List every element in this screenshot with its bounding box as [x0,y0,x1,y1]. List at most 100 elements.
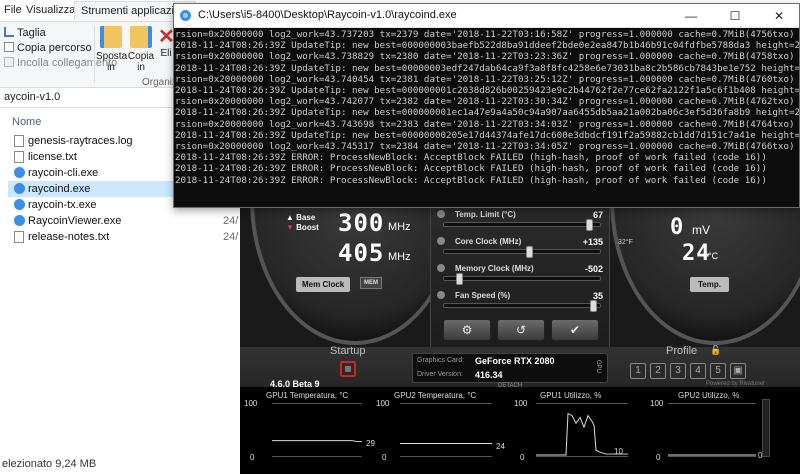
file-name: raycoin-cli.exe [28,167,99,179]
ribbon-copy-path[interactable]: Copia percorso [4,42,92,54]
core-clock-slider[interactable] [443,246,601,258]
ribbon-copy-path-label: Copia percorso [17,42,92,54]
console-output[interactable]: rsion=0x20000000 log2_work=43.737203 tx=… [174,28,799,207]
monitor-gpu1-usage: GPU1 Utilizzo, % 100 0 10 [510,387,632,474]
boost-indicator: ▼ Boost [286,223,319,232]
windows-icon [345,366,351,372]
core-clock-unit: MHz [388,221,411,233]
profile-button-2[interactable]: 2 [650,363,666,379]
voltage-unit: mV [692,223,710,237]
arrow-down-icon: ▼ [286,223,294,232]
apply-button[interactable]: ✔ [551,319,599,341]
voltage-readout: 0 [670,215,685,240]
temp-label: Temp. [690,277,729,292]
hardware-monitor: GPU1 Temperatura, °C 100 0 29 GPU2 Tempe… [240,387,800,474]
fan-icon [437,291,445,299]
monitor-graph [400,403,492,457]
console-line: rsion=0x20000000 log2_work=43.743698 tx=… [175,118,795,130]
memory-clock-slider[interactable] [443,273,601,285]
console-line: rsion=0x20000000 log2_work=43.737203 tx=… [175,29,795,40]
delete-button[interactable]: ✕ Eli [158,26,174,59]
gpu-tag[interactable]: GPU [595,360,601,373]
slider-thumb[interactable] [586,219,593,231]
move-to-button[interactable]: Sposta in [96,26,128,73]
slider-thumb[interactable] [526,246,533,258]
monitor-title: GPU2 Utilizzo, % [678,391,740,400]
console-line: rsion=0x20000000 log2_work=43.742077 tx=… [175,96,795,108]
monitor-max: 100 [650,399,664,408]
file-date: 24/ [223,215,239,227]
memory-clock-value: -502 [584,264,603,274]
ribbon-cut[interactable]: Taglia [4,27,46,39]
monitor-gpu2-temp: GPU2 Temperatura, °C 100 0 24 [376,387,505,474]
monitor-current: 10 [614,447,623,456]
reset-icon: ↺ [515,323,527,337]
close-button[interactable]: ✕ [757,4,799,28]
core-clock-label: Core Clock (MHz) [455,237,522,246]
file-name: raycoin-tx.exe [28,199,97,211]
profile-label: Profile [666,345,698,357]
folder-copy-icon [130,26,152,48]
base-label: Base [296,213,316,222]
graphics-card-name: GeForce RTX 2080 [475,356,555,366]
file-name: genesis-raytraces.log [28,135,133,147]
driver-label: Driver Version: [417,371,463,378]
monitor-max: 100 [244,399,258,408]
mem-clock-readout: 405 [338,239,385,267]
startup-toggle[interactable] [340,361,356,377]
paste-shortcut-icon [4,57,14,67]
console-line: 2018-11-24T08:26:39Z ERROR: ProcessNewBl… [175,174,767,186]
tab-visualizza[interactable]: Visualizza [26,4,75,16]
fan-speed-slider[interactable] [443,300,601,312]
exe-icon [14,167,25,178]
slider-panel: Temp. Limit (°C) 67 Core Clock (MHz) +13… [430,205,610,347]
profile-lock-icon[interactable]: 🔓 [710,345,721,356]
reset-button[interactable]: ↺ [497,319,545,341]
monitor-max: 100 [514,399,528,408]
monitor-gpu2-usage: GPU2 Utilizzo, % 100 0 0 [650,387,774,474]
maximize-button[interactable]: ☐ [713,4,757,28]
copy-to-label: Copia in [127,51,155,73]
console-line: 2018-11-24T08:26:39Z UpdateTip: new best… [175,107,799,119]
gear-icon: ⚙ [461,323,473,337]
console-line: 2018-11-24T08:26:39Z UpdateTip: new best… [175,85,799,97]
monitor-min: 0 [250,453,255,462]
settings-button[interactable]: ⚙ [443,319,491,341]
checkmark-icon: ✔ [569,323,581,337]
profile-button-3[interactable]: 3 [670,363,686,379]
profile-button-4[interactable]: 4 [690,363,706,379]
mem-clock-label: Mem Clock [296,277,351,292]
monitor-scrollbar[interactable] [762,399,770,457]
monitor-title: GPU1 Utilizzo, % [540,391,602,400]
move-to-label: Sposta in [96,51,128,73]
temp-limit-slider[interactable] [443,219,601,231]
slider-thumb[interactable] [590,300,597,312]
mem-button[interactable]: MEM [360,277,382,289]
exe-icon [14,183,25,194]
slider-thumb[interactable] [456,273,463,285]
file-icon [14,151,24,163]
save-profile-button[interactable]: ▣ [730,363,746,379]
monitor-current: 24 [496,442,505,451]
lock-icon [437,210,445,218]
delete-label: Eli [160,48,172,59]
list-item[interactable]: RaycoinViewer.exe 24/ [8,213,240,229]
exe-icon [14,199,25,210]
copy-path-icon [4,42,14,52]
temp-line-gpu1 [272,440,362,443]
profile-button-5[interactable]: 5 [710,363,726,379]
profile-button-1[interactable]: 1 [630,363,646,379]
raycoin-icon [180,10,191,21]
console-titlebar[interactable]: C:\Users\i5-8400\Desktop\Raycoin-v1.0\ra… [174,4,799,28]
core-clock-value: +135 [582,237,603,247]
list-item[interactable]: release-notes.txt 24/ [8,229,240,245]
fan-speed-label: Fan Speed (%) [455,291,511,300]
base-indicator: ▲ Base [286,213,315,222]
copy-to-button[interactable]: Copia in [126,26,156,73]
console-line: 2018-11-24T08:26:39Z ERROR: ProcessNewBl… [175,152,767,164]
column-header-name[interactable]: Nome [12,116,41,128]
console-line: 2018-11-24T08:26:39Z UpdateTip: new best… [175,40,799,52]
monitor-min: 0 [656,453,661,462]
minimize-button[interactable]: — [669,4,713,28]
tab-file[interactable]: File [4,4,22,16]
